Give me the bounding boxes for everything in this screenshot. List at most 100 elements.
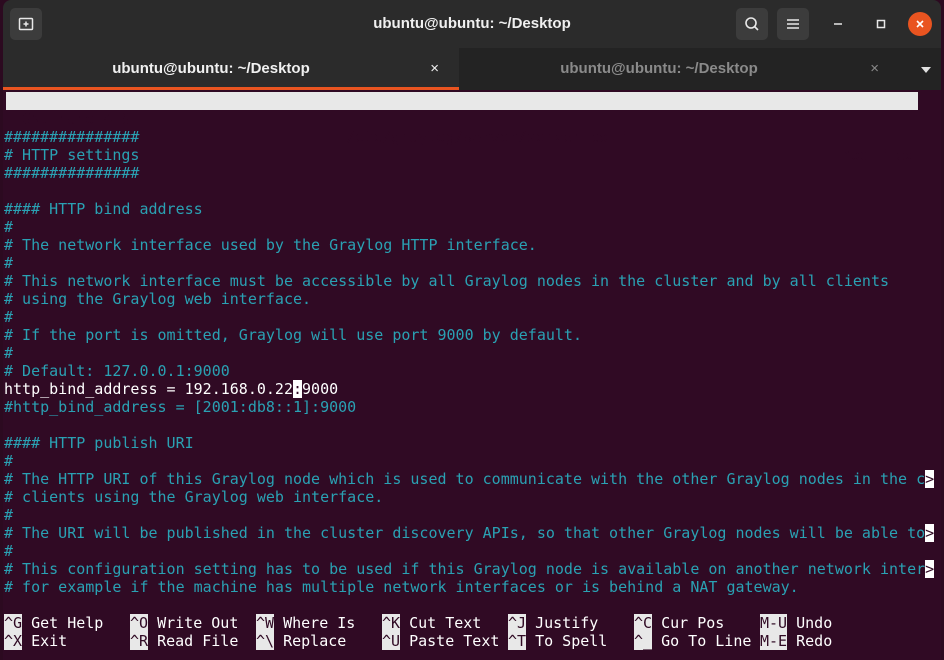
search-icon: [745, 17, 759, 31]
comment-text: # using the Graylog web interface.: [4, 290, 312, 308]
comment-text: #: [4, 452, 14, 470]
editor-line[interactable]: #### HTTP publish URI: [4, 434, 194, 452]
comment-text: # The HTTP URI of this Graylog node whic…: [4, 470, 926, 488]
comment-text: # This network interface must be accessi…: [4, 272, 890, 290]
comment-text: #: [4, 506, 14, 524]
editor-line[interactable]: #: [4, 452, 13, 470]
comment-text: # The URI will be published in the clust…: [4, 524, 926, 542]
shortcut-item[interactable]: ^R Read File: [130, 632, 238, 650]
shortcut-key: ^X: [4, 632, 23, 650]
editor-line[interactable]: #: [4, 254, 13, 272]
editor-line[interactable]: # The HTTP URI of this Graylog node whic…: [4, 470, 935, 488]
shortcut-label: To Spell: [526, 632, 608, 650]
tab-bar: ubuntu@ubuntu: ~/Desktop × ubuntu@ubuntu…: [3, 48, 941, 90]
comment-text: ###############: [4, 128, 140, 146]
shortcut-item[interactable]: ^U Paste Text: [382, 632, 499, 650]
comment-text: #: [4, 344, 14, 362]
editor-line[interactable]: ###############: [4, 164, 139, 182]
shortcut-item[interactable]: ^X Exit: [4, 632, 67, 650]
tab-inactive[interactable]: ubuntu@ubuntu: ~/Desktop ×: [459, 48, 899, 90]
editor-line[interactable]: #: [4, 344, 13, 362]
shortcut-label: Cur Pos: [652, 614, 725, 632]
comment-text: #: [4, 254, 14, 272]
terminal-window: ubuntu@ubuntu: ~/Desktop ubuntu@ubuntu: …: [3, 0, 941, 660]
editor-line[interactable]: # using the Graylog web interface.: [4, 290, 311, 308]
maximize-button[interactable]: [869, 12, 893, 36]
shortcut-key: ^W: [256, 614, 275, 632]
chevron-down-icon: [921, 67, 931, 73]
comment-text: #: [4, 218, 14, 236]
comment-text: # The network interface used by the Gray…: [4, 236, 537, 254]
minimize-button[interactable]: [826, 12, 850, 36]
terminal-area[interactable]: GNU nano 4.8 /etc/graylog/server/server.…: [3, 90, 941, 660]
comment-text: #: [4, 308, 14, 326]
comment-text: ###############: [4, 164, 140, 182]
comment-text: #### HTTP publish URI: [4, 434, 194, 452]
search-button[interactable]: [736, 8, 768, 40]
line-truncated-marker: >: [925, 470, 935, 488]
shortcut-label: Read File: [148, 632, 239, 650]
line-truncated-marker: >: [925, 560, 935, 578]
editor-line[interactable]: # This network interface must be accessi…: [4, 272, 889, 290]
tab-close-button[interactable]: ×: [430, 48, 439, 90]
shortcut-item[interactable]: ^C Cur Pos: [634, 614, 724, 632]
close-icon: [916, 20, 924, 28]
editor-line[interactable]: ###############: [4, 128, 139, 146]
line-truncated-marker: >: [925, 524, 935, 542]
shortcut-label: Write Out: [148, 614, 239, 632]
editor-line[interactable]: # If the port is omitted, Graylog will u…: [4, 326, 582, 344]
shortcut-key: ^J: [508, 614, 527, 632]
shortcut-item[interactable]: ^O Write Out: [130, 614, 238, 632]
editor-line[interactable]: # for example if the machine has multipl…: [4, 578, 799, 596]
editor-line[interactable]: # The network interface used by the Gray…: [4, 236, 537, 254]
editor-line[interactable]: #: [4, 218, 13, 236]
tab-active[interactable]: ubuntu@ubuntu: ~/Desktop ×: [3, 48, 459, 90]
editor-line[interactable]: #: [4, 506, 13, 524]
editor-line[interactable]: # The URI will be published in the clust…: [4, 524, 935, 542]
shortcut-key: ^\: [256, 632, 275, 650]
editor-line[interactable]: http_bind_address = 192.168.0.22:9000: [4, 380, 338, 398]
tab-dropdown-button[interactable]: [921, 48, 931, 90]
editor-line[interactable]: # clients using the Graylog web interfac…: [4, 488, 383, 506]
shortcut-item[interactable]: ^_ Go To Line: [634, 632, 751, 650]
shortcut-item[interactable]: ^J Justify: [508, 614, 598, 632]
shortcut-label: Paste Text: [400, 632, 500, 650]
shortcut-item[interactable]: ^T To Spell: [508, 632, 607, 650]
shortcut-label: Replace: [274, 632, 347, 650]
shortcut-key: ^U: [382, 632, 401, 650]
editor-line[interactable]: # This configuration setting has to be u…: [4, 560, 935, 578]
hamburger-menu-icon: [787, 19, 799, 29]
tab-close-button[interactable]: ×: [870, 48, 879, 90]
comment-text: #: [4, 542, 14, 560]
modified-status: Modified: [841, 146, 914, 164]
editor-line[interactable]: # Default: 127.0.0.1:9000: [4, 362, 230, 380]
nano-version: GNU nano 4.8: [22, 110, 131, 128]
shortcut-label: Undo: [787, 614, 833, 632]
editor-line[interactable]: #http_bind_address = [2001:db8::1]:9000: [4, 398, 356, 416]
shortcut-item[interactable]: ^K Cut Text: [382, 614, 481, 632]
comment-text: # clients using the Graylog web interfac…: [4, 488, 384, 506]
editor-line[interactable]: #: [4, 308, 13, 326]
shortcut-item[interactable]: ^\ Replace: [256, 632, 346, 650]
shortcut-label: Where Is: [274, 614, 356, 632]
shortcut-key: M-U: [760, 614, 788, 632]
minimize-icon: [834, 23, 842, 25]
shortcut-key: ^T: [508, 632, 527, 650]
nano-header: GNU nano 4.8 /etc/graylog/server/server.…: [6, 92, 918, 164]
shortcut-item[interactable]: M-E Redo: [760, 632, 832, 650]
comment-text: # This configuration setting has to be u…: [4, 560, 926, 578]
shortcut-item[interactable]: M-U Undo: [760, 614, 832, 632]
comment-text: # for example if the machine has multipl…: [4, 578, 799, 596]
maximize-icon: [876, 19, 886, 29]
editor-line[interactable]: #: [4, 542, 13, 560]
close-button[interactable]: [908, 12, 932, 36]
shortcut-label: Cut Text: [400, 614, 482, 632]
shortcut-label: Get Help: [22, 614, 104, 632]
editor-line[interactable]: #### HTTP bind address: [4, 200, 203, 218]
comment-text: #### HTTP bind address: [4, 200, 203, 218]
menu-button[interactable]: [777, 8, 809, 40]
setting-text-after-cursor: 9000: [302, 380, 339, 398]
editor-line[interactable]: # HTTP settings: [4, 146, 139, 164]
shortcut-item[interactable]: ^W Where Is: [256, 614, 355, 632]
shortcut-item[interactable]: ^G Get Help: [4, 614, 103, 632]
